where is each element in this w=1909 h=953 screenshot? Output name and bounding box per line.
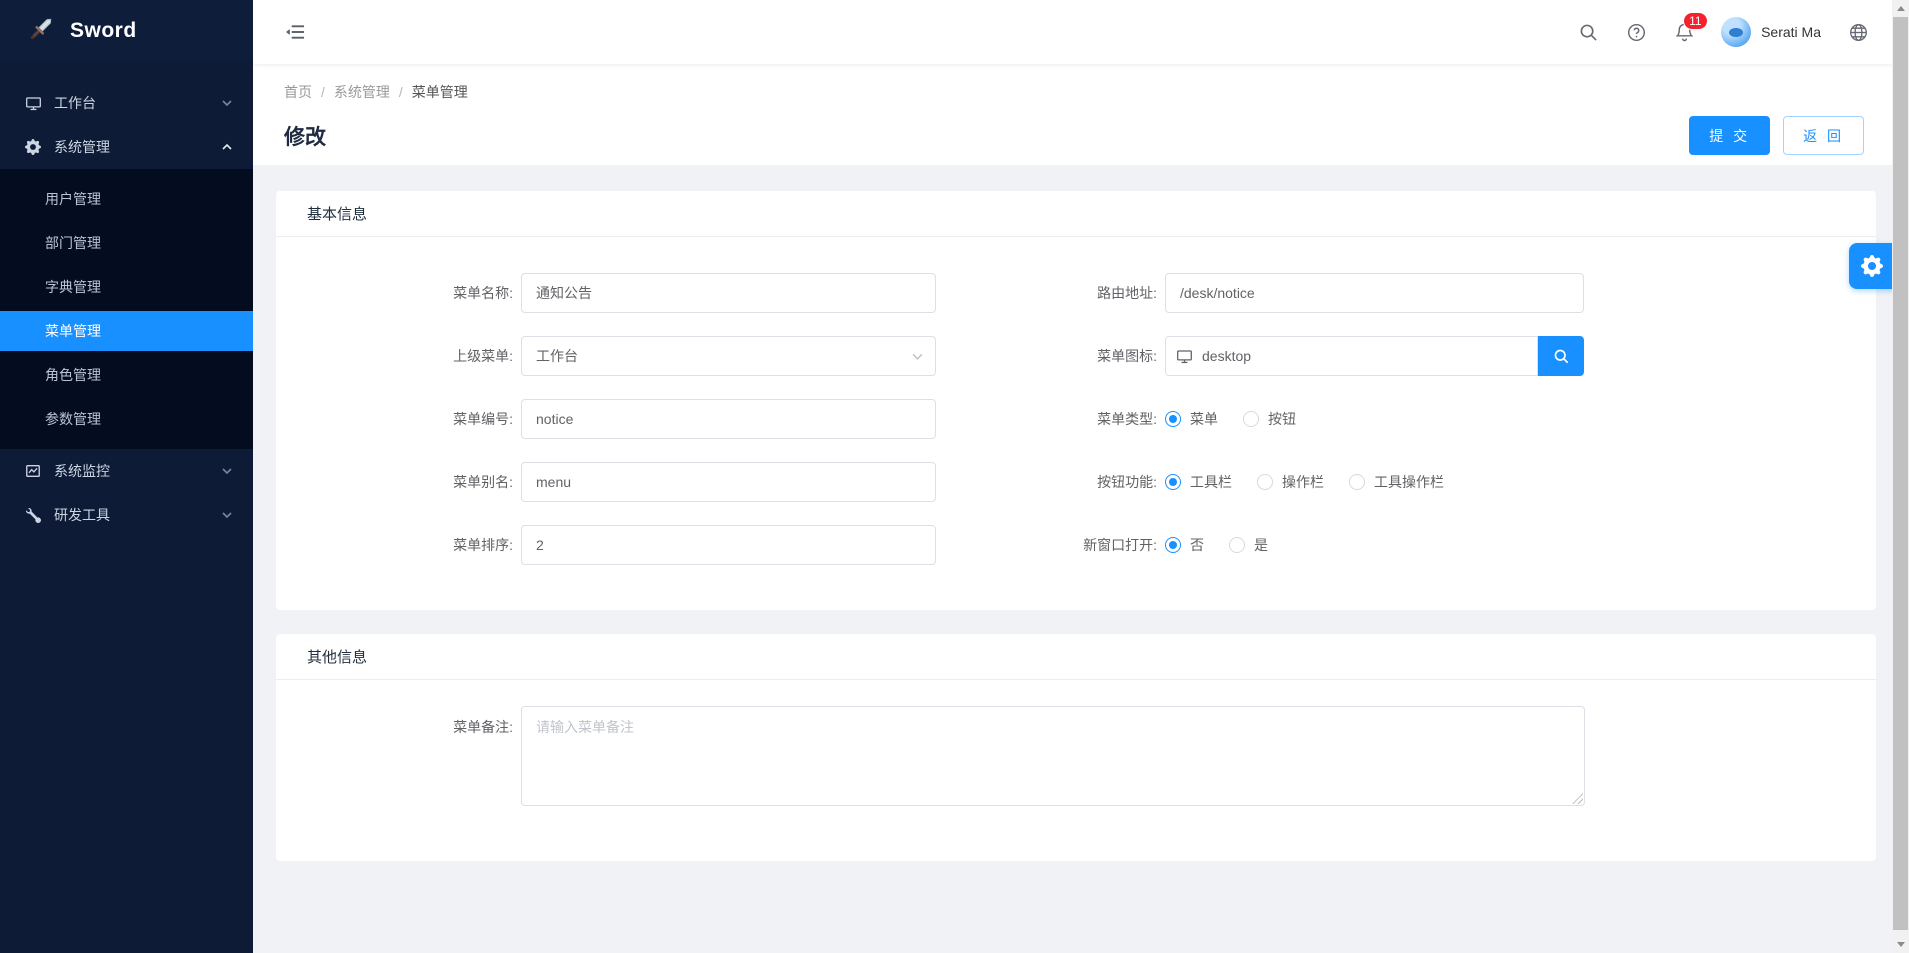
sidebar-item-system-monitor[interactable]: 系统监控	[0, 449, 253, 493]
other-info-card: 其他信息 菜单备注:	[276, 634, 1876, 861]
menu-icon-input[interactable]	[1165, 336, 1538, 376]
submit-button[interactable]: 提 交	[1689, 116, 1770, 155]
sword-logo-icon	[26, 14, 56, 47]
page-scrollbar[interactable]	[1892, 0, 1909, 953]
user-name: Serati Ma	[1761, 24, 1821, 40]
menu-code-label: 菜单编号:	[276, 409, 521, 429]
breadcrumb-separator: /	[321, 84, 325, 100]
gear-icon	[1861, 255, 1883, 277]
search-icon[interactable]	[1577, 21, 1599, 43]
new-window-label: 新窗口打开:	[1076, 535, 1165, 555]
scroll-up-arrow-icon[interactable]	[1892, 0, 1909, 17]
sidebar-item-menu-management[interactable]: 菜单管理	[0, 311, 253, 351]
sidebar-item-dev-tools[interactable]: 研发工具	[0, 493, 253, 537]
button-func-radio-group: 工具栏 操作栏 工具操作栏	[1165, 472, 1444, 492]
back-button[interactable]: 返 回	[1783, 116, 1864, 155]
sidebar: Sword 工作台 系统管理 用	[0, 0, 253, 953]
route-label: 路由地址:	[1076, 283, 1165, 303]
menu-name-label: 菜单名称:	[276, 283, 521, 303]
radio-button-func-tool-actionbar[interactable]: 工具操作栏	[1349, 472, 1444, 492]
remark-textarea[interactable]	[521, 706, 1585, 806]
breadcrumb-item-menu: 菜单管理	[412, 82, 468, 102]
sidebar-item-dept-management[interactable]: 部门管理	[0, 223, 253, 263]
app-title: Sword	[70, 19, 137, 43]
notification-badge: 11	[1683, 12, 1707, 30]
menu-sort-input[interactable]	[521, 525, 936, 565]
radio-dot	[1165, 411, 1181, 427]
menu-alias-input[interactable]	[521, 462, 936, 502]
button-func-label: 按钮功能:	[1076, 472, 1165, 492]
sidebar-item-user-management[interactable]: 用户管理	[0, 179, 253, 219]
menu-name-input[interactable]	[521, 273, 936, 313]
breadcrumb-separator: /	[399, 84, 403, 100]
top-header: 11 Serati Ma	[253, 0, 1909, 64]
radio-new-window-no[interactable]: 否	[1165, 535, 1204, 555]
sidebar-item-param-management[interactable]: 参数管理	[0, 399, 253, 439]
main-area: 11 Serati Ma 首页 / 系统管理 / 菜单管理 修改	[253, 0, 1909, 953]
menu-icon-label: 菜单图标:	[1076, 346, 1165, 366]
gear-icon	[24, 138, 42, 156]
radio-button-func-toolbar[interactable]: 工具栏	[1165, 472, 1232, 492]
menu-alias-label: 菜单别名:	[276, 472, 521, 492]
menu-type-label: 菜单类型:	[1076, 409, 1165, 429]
breadcrumb-item-system[interactable]: 系统管理	[334, 82, 390, 102]
parent-menu-label: 上级菜单:	[276, 346, 521, 366]
breadcrumb: 首页 / 系统管理 / 菜单管理	[284, 82, 1877, 102]
route-input[interactable]	[1165, 273, 1584, 313]
theme-settings-button[interactable]	[1849, 243, 1895, 289]
chevron-up-icon	[221, 141, 233, 153]
other-info-title: 其他信息	[307, 646, 367, 667]
radio-dot	[1257, 474, 1273, 490]
desktop-icon	[24, 94, 42, 112]
app-logo[interactable]: Sword	[0, 0, 253, 61]
globe-icon[interactable]	[1847, 21, 1869, 43]
radio-dot	[1165, 474, 1181, 490]
breadcrumb-item-home[interactable]: 首页	[284, 82, 312, 102]
system-management-submenu: 用户管理 部门管理 字典管理 菜单管理 角色管理 参数管理	[0, 169, 253, 449]
bell-icon[interactable]: 11	[1673, 21, 1695, 43]
radio-dot	[1229, 537, 1245, 553]
sidebar-item-label: 系统监控	[54, 461, 221, 481]
sidebar-item-label: 研发工具	[54, 505, 221, 525]
chevron-down-icon	[221, 509, 233, 521]
avatar	[1721, 17, 1751, 47]
remark-label: 菜单备注:	[276, 706, 521, 737]
sidebar-item-workbench[interactable]: 工作台	[0, 81, 253, 125]
radio-dot	[1165, 537, 1181, 553]
monitor-chart-icon	[24, 462, 42, 480]
sidebar-item-system-management[interactable]: 系统管理	[0, 125, 253, 169]
menu-type-radio-group: 菜单 按钮	[1165, 409, 1296, 429]
page-title: 修改	[284, 121, 326, 151]
sidebar-item-label: 系统管理	[54, 137, 221, 157]
help-icon[interactable]	[1625, 21, 1647, 43]
new-window-radio-group: 否 是	[1165, 535, 1268, 555]
user-menu[interactable]: Serati Ma	[1721, 17, 1821, 47]
radio-dot	[1349, 474, 1365, 490]
scrollbar-thumb[interactable]	[1893, 17, 1908, 930]
chevron-down-icon	[221, 465, 233, 477]
radio-dot	[1243, 411, 1259, 427]
radio-new-window-yes[interactable]: 是	[1229, 535, 1268, 555]
icon-search-button[interactable]	[1538, 336, 1584, 376]
radio-menu-type-menu[interactable]: 菜单	[1165, 409, 1218, 429]
menu-code-input[interactable]	[521, 399, 936, 439]
wrench-icon	[24, 506, 42, 524]
sidebar-item-label: 工作台	[54, 93, 221, 113]
radio-menu-type-button[interactable]: 按钮	[1243, 409, 1296, 429]
sidebar-menu: 工作台 系统管理 用户管理 部门管理 字典管理 菜单管理 角色管理 参数管理	[0, 61, 253, 537]
scroll-down-arrow-icon[interactable]	[1892, 936, 1909, 953]
basic-info-title: 基本信息	[307, 203, 367, 224]
page-content: 基本信息 菜单名称: 路由地址: 上级菜单:	[253, 165, 1909, 861]
sidebar-item-role-management[interactable]: 角色管理	[0, 355, 253, 395]
sidebar-item-dict-management[interactable]: 字典管理	[0, 267, 253, 307]
parent-menu-select[interactable]	[521, 336, 936, 376]
chevron-down-icon	[221, 97, 233, 109]
basic-info-card: 基本信息 菜单名称: 路由地址: 上级菜单:	[276, 191, 1876, 610]
menu-sort-label: 菜单排序:	[276, 535, 521, 555]
menu-fold-icon[interactable]	[279, 16, 311, 48]
radio-button-func-actionbar[interactable]: 操作栏	[1257, 472, 1324, 492]
page-header: 首页 / 系统管理 / 菜单管理 修改 提 交 返 回	[253, 64, 1909, 165]
